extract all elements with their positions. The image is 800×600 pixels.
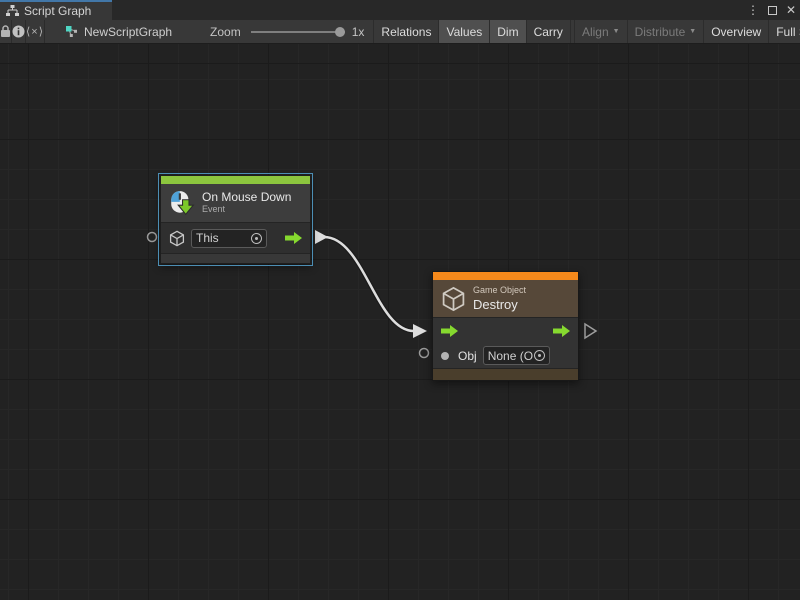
mouse-event-icon bbox=[169, 189, 195, 217]
node-header[interactable]: Game Object Destroy bbox=[433, 280, 578, 317]
zoom-slider-handle[interactable] bbox=[335, 27, 345, 37]
graph-reference[interactable]: NewScriptGraph bbox=[65, 25, 172, 39]
script-graph-window: Script Graph ⋮ ✕ bbox=[0, 0, 800, 600]
relations-button[interactable]: Relations bbox=[373, 20, 439, 44]
toolbar-buttons: Relations Values Dim Carry Align ▼ Distr… bbox=[373, 20, 800, 44]
graph-asset-icon bbox=[65, 25, 78, 38]
distribute-dropdown[interactable]: Distribute ▼ bbox=[628, 20, 705, 44]
param-field-value: None (O bbox=[488, 349, 533, 363]
info-button[interactable] bbox=[12, 20, 26, 44]
param-field[interactable]: None (O bbox=[483, 346, 550, 365]
graph-toolbar: ⟨×⟩ NewScriptGraph Zoom 1x bbox=[0, 20, 800, 44]
code-icon: ⟨×⟩ bbox=[26, 25, 44, 38]
overview-button[interactable]: Overview bbox=[704, 20, 769, 44]
graph-name: NewScriptGraph bbox=[84, 25, 172, 39]
game-object-cube-icon bbox=[441, 286, 466, 312]
connections-overlay bbox=[0, 44, 800, 600]
wire-end-arrow bbox=[413, 324, 427, 338]
graph-canvas[interactable]: On Mouse Down Event This bbox=[0, 44, 800, 600]
title-bar: Script Graph ⋮ ✕ bbox=[0, 0, 800, 20]
code-view-button[interactable]: ⟨×⟩ bbox=[26, 20, 45, 44]
object-picker-icon[interactable] bbox=[251, 233, 262, 244]
node-title: Destroy bbox=[473, 297, 526, 313]
node-accent-bar bbox=[433, 272, 578, 280]
node-port-row: This bbox=[161, 222, 310, 253]
tab-title: Script Graph bbox=[24, 4, 91, 18]
omd-external-input-port[interactable] bbox=[148, 233, 157, 242]
target-field[interactable]: This bbox=[191, 229, 267, 248]
destroy-external-output-port[interactable] bbox=[585, 324, 596, 338]
more-menu-icon[interactable]: ⋮ bbox=[747, 4, 759, 16]
zoom-slider-track[interactable] bbox=[251, 31, 345, 33]
graph-hierarchy-icon bbox=[6, 5, 19, 17]
node-on-mouse-down[interactable]: On Mouse Down Event This bbox=[160, 175, 311, 264]
flow-input-port[interactable] bbox=[441, 325, 458, 337]
node-subtitle: Event bbox=[202, 204, 291, 216]
chevron-down-icon: ▼ bbox=[689, 28, 696, 35]
flow-output-port[interactable] bbox=[285, 232, 302, 244]
lock-button[interactable] bbox=[0, 20, 12, 44]
fullscreen-button[interactable]: Full Screen bbox=[769, 20, 800, 44]
node-footer bbox=[433, 368, 578, 380]
zoom-value: 1x bbox=[352, 25, 365, 39]
zoom-control: Zoom 1x bbox=[210, 25, 364, 39]
values-button[interactable]: Values bbox=[439, 20, 490, 44]
carry-button[interactable]: Carry bbox=[527, 20, 571, 44]
target-field-value: This bbox=[196, 231, 219, 245]
node-header[interactable]: On Mouse Down Event bbox=[161, 184, 310, 222]
node-category: Game Object bbox=[473, 285, 526, 297]
info-icon bbox=[12, 25, 25, 38]
tab-script-graph[interactable]: Script Graph bbox=[0, 0, 112, 20]
dim-button[interactable]: Dim bbox=[490, 20, 526, 44]
node-title: On Mouse Down bbox=[202, 190, 291, 204]
node-accent-bar bbox=[161, 176, 310, 184]
zoom-label: Zoom bbox=[210, 25, 241, 39]
close-icon[interactable]: ✕ bbox=[786, 4, 796, 16]
node-flow-row bbox=[433, 317, 578, 343]
window-controls: ⋮ ✕ bbox=[747, 0, 796, 20]
wire-start-arrow bbox=[315, 230, 328, 244]
lock-icon bbox=[0, 25, 11, 38]
chevron-down-icon: ▼ bbox=[613, 28, 620, 35]
connection-wire[interactable] bbox=[315, 230, 427, 338]
align-dropdown[interactable]: Align ▼ bbox=[574, 20, 628, 44]
object-picker-icon[interactable] bbox=[534, 350, 545, 361]
node-param-row: Obj None (O bbox=[433, 343, 578, 368]
zoom-slider[interactable] bbox=[251, 27, 345, 37]
param-label: Obj bbox=[458, 349, 477, 363]
flow-output-port[interactable] bbox=[553, 325, 570, 337]
game-object-cube-icon bbox=[169, 230, 185, 247]
node-destroy[interactable]: Game Object Destroy Obj None (O bbox=[432, 271, 579, 381]
maximize-icon[interactable] bbox=[768, 6, 777, 15]
node-footer bbox=[161, 253, 310, 263]
value-input-port[interactable] bbox=[441, 352, 449, 360]
destroy-external-input-port[interactable] bbox=[420, 349, 429, 358]
